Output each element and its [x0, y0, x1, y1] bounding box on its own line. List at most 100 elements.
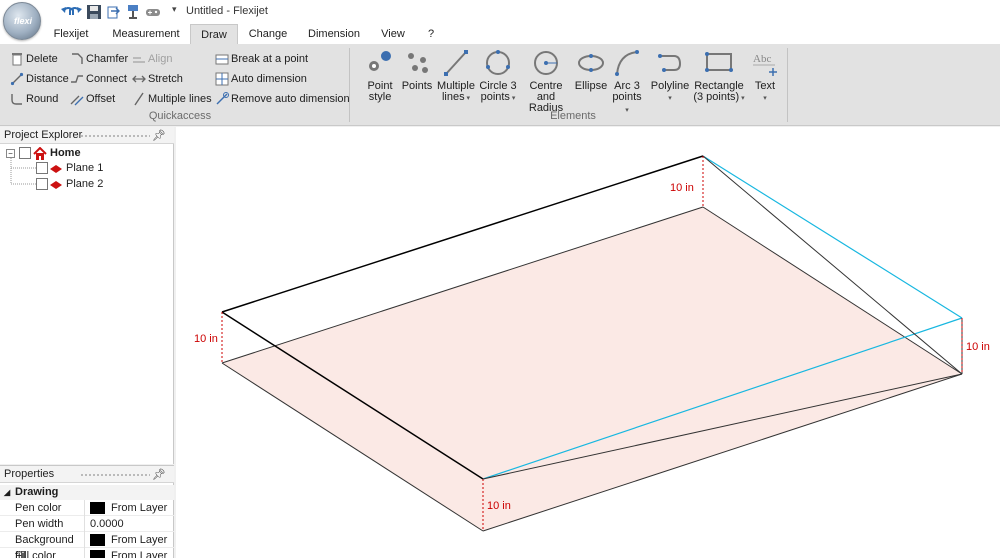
property-name: Fill color: [15, 548, 85, 558]
multiple-lines-dropdown-icon[interactable]: ▾: [465, 95, 471, 102]
polyline-icon: [658, 54, 682, 72]
save-icon[interactable]: [86, 4, 102, 20]
stretch-button[interactable]: Stretch: [132, 70, 183, 88]
remove-dimension-icon: [216, 92, 229, 105]
tree-item-home[interactable]: − Home: [6, 146, 166, 161]
tab-flexijet[interactable]: Flexijet: [46, 24, 96, 44]
tab-view[interactable]: View: [372, 24, 414, 44]
round-button[interactable]: Round: [10, 90, 58, 108]
auto-dimension-button[interactable]: Auto dimension: [215, 70, 307, 88]
delete-button[interactable]: Delete: [10, 50, 58, 68]
customize-quick-access-icon[interactable]: ▾: [172, 4, 177, 15]
export-icon[interactable]: [106, 4, 122, 20]
drawing-svg[interactable]: 10 in 10 in 10 in 10 in: [176, 127, 1000, 558]
connect-button[interactable]: Connect: [70, 70, 127, 88]
dimension-label[interactable]: 10 in: [966, 341, 990, 353]
redo-icon[interactable]: [67, 4, 83, 20]
expand-icon[interactable]: ◢: [4, 485, 10, 500]
chamfer-button[interactable]: Chamfer: [70, 50, 128, 68]
arc-3-points-icon: [615, 50, 639, 76]
property-row-background-fill[interactable]: Background fill From Layer: [0, 532, 174, 558]
gamepad-icon[interactable]: [145, 4, 161, 20]
arc-3-points-label-2: points: [612, 91, 642, 103]
arc-3-points-dropdown-icon[interactable]: ▾: [625, 107, 629, 114]
arc-3-points-button[interactable]: Arc 3 points ▾: [610, 48, 644, 116]
property-row-fill-color[interactable]: Fill color From Layer: [0, 548, 174, 558]
point-style-label-2: style: [368, 91, 392, 103]
ellipse-button[interactable]: Ellipse: [574, 48, 608, 92]
dimension-label[interactable]: 10 in: [670, 182, 694, 194]
plane-2-checkbox[interactable]: [36, 178, 48, 190]
home-checkbox[interactable]: [19, 147, 31, 159]
text-button[interactable]: Abc Text ▾: [750, 48, 780, 104]
property-name: Background fill: [15, 532, 85, 558]
plane-icon: [50, 181, 62, 189]
remove-auto-dimension-button[interactable]: Remove auto dimension: [215, 90, 350, 108]
property-row-pen-color[interactable]: Pen color From Layer: [0, 500, 174, 516]
pin-icon[interactable]: 📌︎: [152, 468, 166, 481]
pin-icon[interactable]: 📌︎: [152, 129, 166, 142]
svg-text:Abc: Abc: [753, 53, 771, 65]
tab-draw[interactable]: Draw: [190, 24, 238, 44]
tree-item-plane-1[interactable]: Plane 1: [36, 161, 166, 176]
property-value: From Layer: [111, 550, 168, 558]
round-corner-icon: [11, 94, 22, 105]
property-row-pen-width[interactable]: Pen width 0.0000: [0, 516, 174, 532]
panel-grip[interactable]: [80, 134, 150, 138]
properties-panel: Properties 📌︎ ◢ Drawing Pen color From L…: [0, 465, 174, 558]
centre-radius-label-1: Centre and: [529, 80, 563, 103]
circle-3-points-icon: [486, 50, 510, 75]
property-category-drawing[interactable]: ◢ Drawing: [0, 485, 174, 500]
text-icon: Abc: [753, 53, 777, 76]
text-dropdown-icon[interactable]: ▾: [763, 95, 767, 102]
delete-label: Delete: [26, 53, 58, 65]
polyline-dropdown-icon[interactable]: ▾: [668, 95, 672, 102]
multiple-lines-button[interactable]: Multiple lines ▾: [436, 48, 476, 104]
tab-change[interactable]: Change: [240, 24, 296, 44]
tab-help[interactable]: ?: [420, 24, 442, 44]
device-icon[interactable]: [125, 4, 141, 20]
point-style-button[interactable]: Point style: [361, 48, 399, 103]
offset-icon: [70, 95, 84, 106]
project-explorer-header: Project Explorer 📌︎: [0, 127, 174, 144]
rectangle-3-points-button[interactable]: Rectangle (3 points) ▾: [692, 48, 746, 104]
dimension-label[interactable]: 10 in: [194, 333, 218, 345]
circle-3-points-dropdown-icon[interactable]: ▾: [510, 95, 516, 102]
plane-face-bottom[interactable]: [222, 207, 962, 531]
offset-button[interactable]: Offset: [70, 90, 115, 108]
title-bar: flexi ▾ Untitled - Flexijet: [0, 0, 1000, 40]
elements-group-label: Elements: [550, 110, 596, 122]
app-menu-orb[interactable]: flexi: [3, 2, 41, 40]
panel-grip[interactable]: [80, 473, 150, 477]
points-button[interactable]: Points: [400, 48, 434, 92]
circle-3-points-button[interactable]: Circle 3 points ▾: [478, 48, 518, 104]
polyline-button[interactable]: Polyline ▾: [650, 48, 690, 104]
group-separator-end: [787, 48, 788, 122]
window-title: Untitled - Flexijet: [186, 5, 268, 17]
align-button[interactable]: Align: [132, 50, 172, 68]
centre-and-radius-button[interactable]: Centre and Radius: [519, 48, 573, 114]
tab-dimension[interactable]: Dimension: [300, 24, 368, 44]
tree-item-plane-2[interactable]: Plane 2: [36, 177, 166, 192]
collapse-icon[interactable]: −: [6, 149, 15, 158]
rectangle-icon: [705, 52, 733, 72]
multiple-lines-small-button[interactable]: Multiple lines: [132, 90, 212, 108]
points-label: Points: [401, 80, 433, 92]
property-value: From Layer: [111, 534, 168, 546]
multiple-lines-small-label: Multiple lines: [148, 93, 212, 105]
circle-3-points-label-2: points: [480, 91, 510, 103]
stretch-icon: [132, 75, 146, 83]
property-category-label: Drawing: [15, 486, 59, 498]
line-icon: [134, 92, 144, 106]
ellipse-icon: [578, 54, 604, 72]
break-at-point-button[interactable]: Break at a point: [215, 50, 308, 68]
chamfer-icon: [72, 53, 83, 64]
distance-button[interactable]: Distance: [10, 70, 69, 88]
plane-1-checkbox[interactable]: [36, 162, 48, 174]
tab-measurement[interactable]: Measurement: [104, 24, 188, 44]
drawing-canvas[interactable]: 10 in 10 in 10 in 10 in: [176, 127, 1000, 558]
text-label: Text: [754, 80, 776, 92]
dimension-label[interactable]: 10 in: [487, 500, 511, 512]
color-swatch: [90, 502, 105, 514]
rectangle-dropdown-icon[interactable]: ▾: [739, 95, 745, 102]
